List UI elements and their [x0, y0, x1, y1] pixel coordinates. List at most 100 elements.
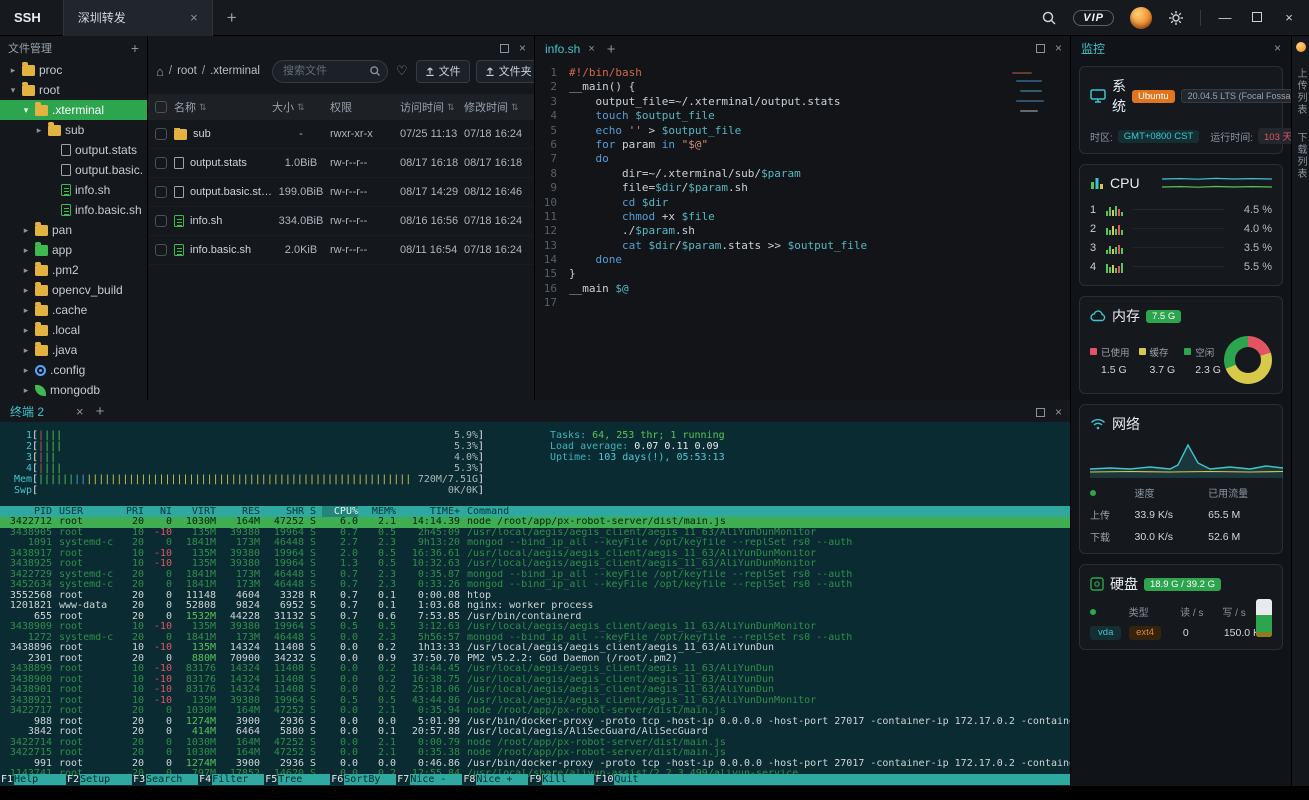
- close-panel-icon[interactable]: ×: [1055, 405, 1062, 419]
- process-col-S[interactable]: S: [304, 506, 322, 517]
- editor-tab-info-sh[interactable]: info.sh ×: [545, 42, 595, 56]
- row-checkbox[interactable]: [155, 157, 167, 169]
- fkey-F7[interactable]: F7: [396, 774, 410, 785]
- file-row-info.basic.sh[interactable]: info.basic.sh2.0KiBrw-r--r--08/11 16:540…: [148, 236, 534, 265]
- file-row-output.stats[interactable]: output.stats1.0BiBrw-r--r--08/17 16:1808…: [148, 149, 534, 178]
- fkey-label-F2[interactable]: Setup: [80, 774, 132, 785]
- side-tab-上传列表[interactable]: 上传列表: [1293, 68, 1308, 116]
- new-terminal-tab-button[interactable]: +: [96, 403, 105, 420]
- maximize-button[interactable]: [1249, 10, 1265, 25]
- add-connection-button[interactable]: +: [131, 40, 139, 56]
- chevron-right-icon[interactable]: ▸: [21, 265, 31, 276]
- fkey-F6[interactable]: F6: [330, 774, 344, 785]
- fkey-label-F8[interactable]: Nice +: [476, 774, 528, 785]
- minimize-button[interactable]: —: [1217, 10, 1233, 25]
- fkey-F5[interactable]: F5: [264, 774, 278, 785]
- row-checkbox[interactable]: [155, 186, 167, 198]
- tree-item-sub[interactable]: ▸sub: [0, 120, 147, 140]
- tree-item-root[interactable]: ▾root: [0, 80, 147, 100]
- tree-item-.config[interactable]: ▸.config: [0, 360, 147, 380]
- fkey-label-F9[interactable]: Kill: [542, 774, 594, 785]
- close-panel-icon[interactable]: ×: [1274, 41, 1281, 55]
- fkey-F1[interactable]: F1: [0, 774, 14, 785]
- process-col-VIRT[interactable]: VIRT: [172, 506, 216, 517]
- chevron-right-icon[interactable]: ▸: [21, 345, 31, 356]
- sort-icon[interactable]: ⇅: [447, 102, 455, 113]
- chevron-right-icon[interactable]: ▸: [21, 225, 31, 236]
- column-header-3[interactable]: 权限: [330, 99, 400, 115]
- tree-item-pan[interactable]: ▸pan: [0, 220, 147, 240]
- chevron-right-icon[interactable]: ▸: [34, 125, 44, 136]
- tree-item-output.basic.[interactable]: output.basic.: [0, 160, 147, 180]
- chevron-right-icon[interactable]: ▸: [21, 385, 31, 396]
- upload-folder-button[interactable]: 文件夹: [476, 60, 535, 83]
- fkey-F8[interactable]: F8: [462, 774, 476, 785]
- process-col-TIME+[interactable]: TIME+: [396, 506, 460, 517]
- process-col-NI[interactable]: NI: [144, 506, 172, 517]
- gear-icon[interactable]: [1168, 10, 1184, 26]
- process-col-PRI[interactable]: PRI: [118, 506, 144, 517]
- chevron-right-icon[interactable]: ▸: [21, 365, 31, 376]
- monitor-tab[interactable]: 监控: [1081, 40, 1105, 57]
- fkey-F9[interactable]: F9: [528, 774, 542, 785]
- fkey-label-F4[interactable]: Filter: [212, 774, 264, 785]
- vip-badge[interactable]: VIP: [1073, 10, 1114, 26]
- fkey-label-F3[interactable]: Search: [146, 774, 198, 785]
- fkey-label-F1[interactable]: Help: [14, 774, 66, 785]
- file-row-info.sh[interactable]: info.sh334.0BiBrw-r--r--08/16 16:5607/18…: [148, 207, 534, 236]
- upload-file-button[interactable]: 文件: [416, 60, 470, 83]
- sort-icon[interactable]: ⇅: [297, 102, 305, 113]
- maximize-panel-icon[interactable]: [1036, 408, 1045, 417]
- maximize-panel-icon[interactable]: [500, 44, 509, 53]
- breadcrumb-root[interactable]: root: [177, 65, 197, 77]
- fkey-label-F6[interactable]: SortBy: [344, 774, 396, 785]
- row-checkbox[interactable]: [155, 128, 167, 140]
- tree-item-.pm2[interactable]: ▸.pm2: [0, 260, 147, 280]
- close-panel-icon[interactable]: ×: [1055, 41, 1062, 55]
- maximize-panel-icon[interactable]: [1036, 44, 1045, 53]
- chevron-down-icon[interactable]: ▾: [8, 85, 18, 96]
- column-header-4[interactable]: 访问时间⇅: [400, 99, 464, 115]
- chevron-right-icon[interactable]: ▸: [21, 285, 31, 296]
- tree-item-proc[interactable]: ▸proc: [0, 60, 147, 80]
- tree-item-info.sh[interactable]: info.sh: [0, 180, 147, 200]
- row-checkbox[interactable]: [155, 215, 167, 227]
- side-tab-下载列表[interactable]: 下载列表: [1293, 132, 1308, 180]
- new-editor-tab-button[interactable]: +: [607, 41, 616, 58]
- file-manager-tab[interactable]: 文件管理: [8, 40, 52, 56]
- column-header-1[interactable]: 名称⇅: [174, 99, 272, 115]
- avatar[interactable]: [1130, 7, 1152, 29]
- chevron-right-icon[interactable]: ▸: [21, 245, 31, 256]
- fkey-F10[interactable]: F10: [594, 774, 614, 785]
- tree-item-mongodb[interactable]: ▸mongodb: [0, 380, 147, 400]
- fkey-F3[interactable]: F3: [132, 774, 146, 785]
- row-checkbox[interactable]: [155, 101, 167, 113]
- process-col-Command[interactable]: Command: [460, 506, 1070, 517]
- process-col-CPU%[interactable]: CPU%: [322, 506, 358, 517]
- close-session-tab-icon[interactable]: ×: [190, 10, 198, 25]
- file-row-output.basic.stats[interactable]: output.basic.stats199.0BiBrw-r--r--08/17…: [148, 178, 534, 207]
- process-col-PID[interactable]: PID: [0, 506, 52, 517]
- session-tab[interactable]: 深圳转发 ×: [63, 0, 213, 36]
- fkey-label-F5[interactable]: Tree: [278, 774, 330, 785]
- process-col-USER[interactable]: USER: [52, 506, 118, 517]
- terminal-screen[interactable]: 1[||||5.9%]2[||||5.3%]3[|||4.0%]4[||||5.…: [0, 422, 1070, 786]
- tree-item-output.stats[interactable]: output.stats: [0, 140, 147, 160]
- fkey-F4[interactable]: F4: [198, 774, 212, 785]
- new-session-button[interactable]: +: [227, 8, 237, 28]
- process-col-MEM%[interactable]: MEM%: [358, 506, 396, 517]
- process-col-RES[interactable]: RES: [216, 506, 260, 517]
- file-row-sub[interactable]: sub-rwxr-xr-x07/25 11:1307/18 16:24: [148, 120, 534, 149]
- search-icon[interactable]: [369, 65, 381, 77]
- fkey-label-F7[interactable]: Nice -: [410, 774, 462, 785]
- tree-item-.xterminal[interactable]: ▾.xterminal: [0, 100, 147, 120]
- close-tab-icon[interactable]: ×: [588, 43, 594, 55]
- file-tree[interactable]: ▸proc▾root▾.xterminal▸suboutput.statsout…: [0, 60, 147, 400]
- home-icon[interactable]: ⌂: [156, 64, 164, 79]
- chevron-right-icon[interactable]: ▸: [21, 305, 31, 316]
- sort-icon[interactable]: ⇅: [199, 102, 207, 113]
- chevron-down-icon[interactable]: ▾: [21, 105, 31, 116]
- close-window-button[interactable]: ×: [1281, 10, 1297, 25]
- fkey-label-F10[interactable]: Quit: [614, 774, 666, 785]
- tree-item-.cache[interactable]: ▸.cache: [0, 300, 147, 320]
